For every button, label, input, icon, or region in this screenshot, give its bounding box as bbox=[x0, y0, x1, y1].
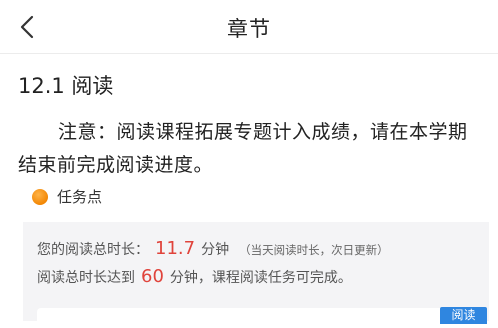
top-nav-bar: 章节 bbox=[0, 0, 498, 54]
chapter-title: 12.1 阅读 bbox=[18, 74, 114, 98]
reading-total-value: 11.7 bbox=[155, 238, 196, 259]
reading-goal-prefix: 阅读总时长达到 bbox=[37, 270, 135, 286]
reading-goal-suffix: 分钟，课程阅读任务可完成。 bbox=[169, 270, 352, 286]
task-dot-icon bbox=[32, 188, 48, 205]
reading-total-unit: 分钟 bbox=[201, 242, 230, 258]
page-title: 章节 bbox=[227, 17, 271, 41]
reading-progress-panel: 您的阅读总时长： 11.7 分钟 （当天阅读时长，次日更新） 阅读总时长达到 6… bbox=[23, 222, 489, 328]
reading-goal-value: 60 bbox=[141, 266, 164, 287]
reading-total-row: 您的阅读总时长： 11.7 分钟 （当天阅读时长，次日更新） bbox=[37, 238, 389, 259]
task-point-label: 任务点 bbox=[57, 188, 103, 206]
task-point-indicator: 任务点 bbox=[32, 186, 102, 207]
reading-card[interactable] bbox=[37, 308, 477, 328]
reading-total-label: 您的阅读总时长： bbox=[37, 242, 149, 258]
notice-text: 注意：阅读课程拓展专题计入成绩，请在本学期结束前完成阅读进度。 bbox=[18, 121, 468, 176]
reading-goal-row: 阅读总时长达到 60 分钟，课程阅读任务可完成。 bbox=[37, 266, 352, 287]
reading-total-hint: （当天阅读时长，次日更新） bbox=[239, 243, 389, 257]
read-button[interactable]: 阅读 bbox=[440, 307, 487, 324]
